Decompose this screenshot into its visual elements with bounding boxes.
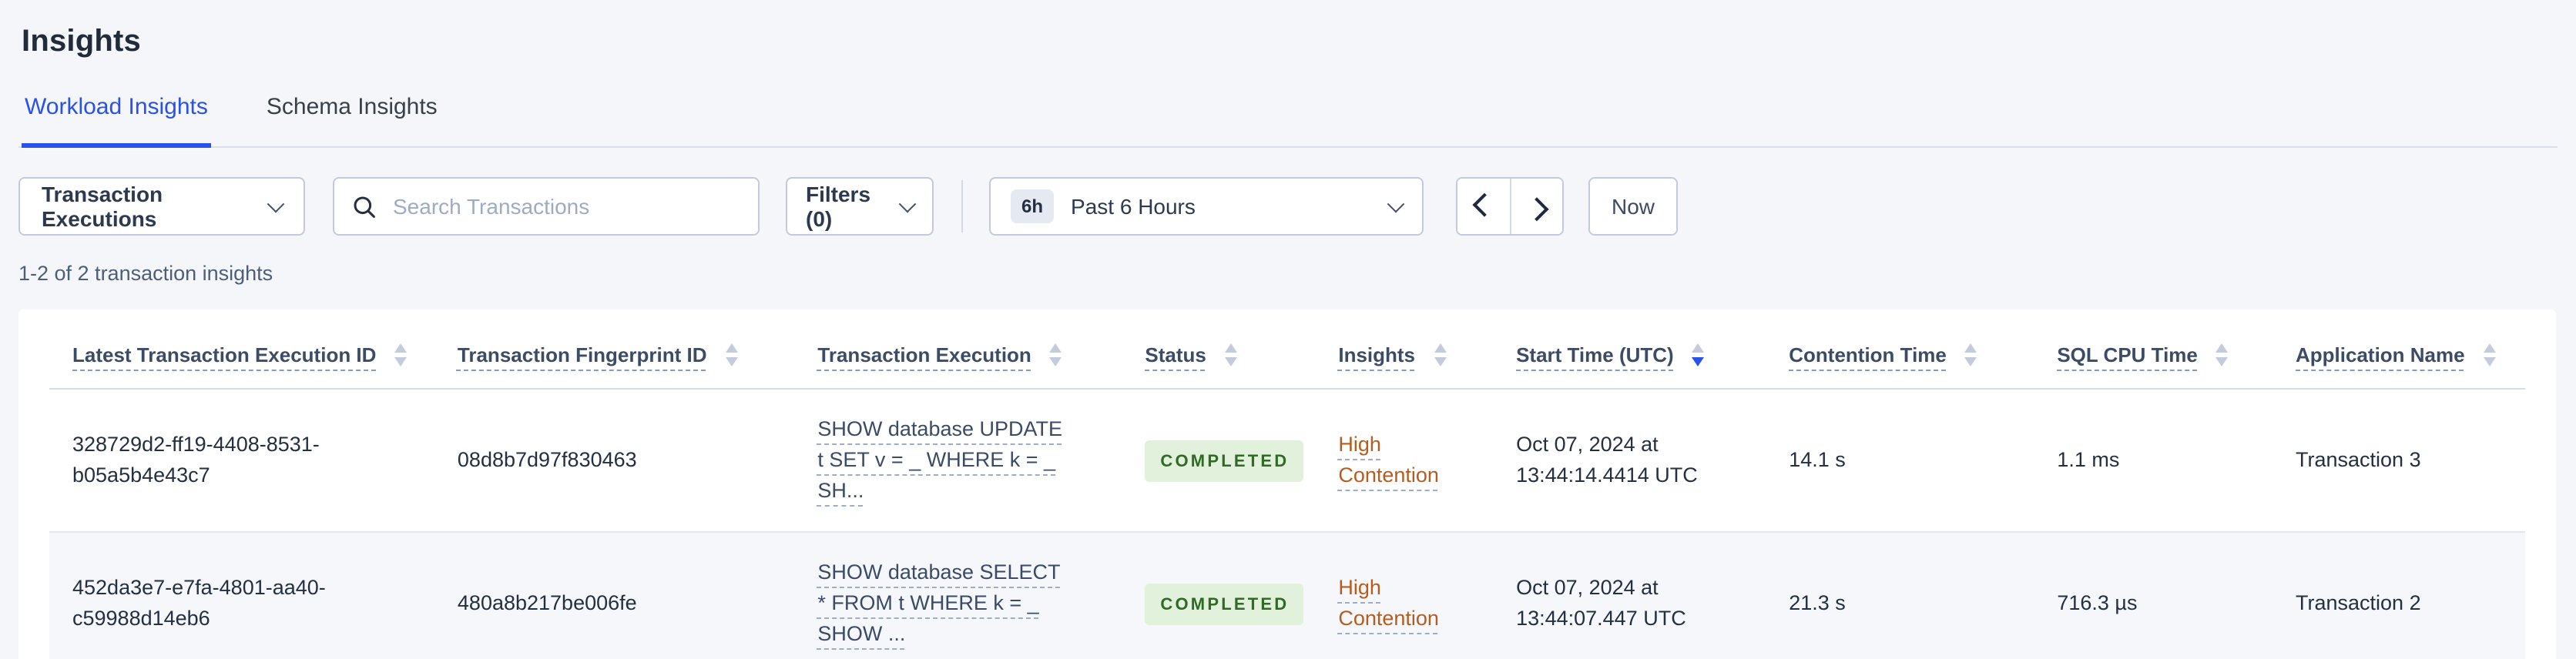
insight-label: High Contention [1338,433,1439,487]
column-header-insights[interactable]: Insights [1315,309,1494,390]
toolbar-divider [961,180,963,232]
tab-workload-insights[interactable]: Workload Insights [22,92,211,148]
transaction-execution-link[interactable]: SHOW database UPDATE t SET v = _ WHERE k… [817,414,1073,507]
insights-page: Insights Workload Insights Schema Insigh… [0,0,2576,659]
status-badge: COMPLETED [1145,440,1303,481]
results-count: 1-2 of 2 transaction insights [18,262,273,285]
column-header-sql-cpu-time[interactable]: SQL CPU Time [2034,309,2272,390]
table-header-row: Latest Transaction Execution ID Transact… [49,309,2525,390]
status-badge: COMPLETED [1145,583,1303,624]
sort-icon [725,343,738,366]
column-header-transaction-fingerprint-id[interactable]: Transaction Fingerprint ID [434,309,795,390]
transaction-execution-id: 452da3e7-e7fa-4801-aa40-c59988d14eb6 [72,576,326,630]
sort-desc-active-icon [1692,343,1705,366]
workload-type-label: Transaction Executions [42,182,163,231]
table-row: 452da3e7-e7fa-4801-aa40-c59988d14eb6 480… [49,532,2525,659]
search-icon [354,196,375,217]
sql-cpu-time: 1.1 ms [2057,448,2120,471]
toolbar: Transaction Executions Filters (0) 6h Pa… [18,177,2558,236]
chevron-down-icon [898,195,917,213]
application-name: Transaction 3 [2296,448,2421,471]
sort-icon [1224,343,1237,366]
chevron-left-icon [1471,192,1496,216]
now-button[interactable]: Now [1588,177,1678,236]
table-row: 328729d2-ff19-4408-8531-b05a5b4e43c7 08d… [49,389,2525,533]
tab-schema-insights[interactable]: Schema Insights [263,92,441,148]
contention-time: 14.1 s [1789,448,1846,471]
next-time-range-button[interactable] [1510,179,1562,234]
sort-icon [1964,343,1977,366]
sort-icon [2215,343,2229,366]
time-range-label: Past 6 Hours [1071,194,1196,219]
time-range-badge: 6h [1011,189,1055,223]
sort-icon [1049,343,1062,366]
column-header-status[interactable]: Status [1122,309,1316,390]
workload-type-dropdown[interactable]: Transaction Executions [18,177,305,236]
page-title: Insights [22,25,141,59]
start-time: Oct 07, 2024 at 13:44:14.4414 UTC [1516,433,1698,487]
column-header-start-time[interactable]: Start Time (UTC) [1493,309,1766,390]
chevron-down-icon [267,195,285,213]
insights-table-card: Latest Transaction Execution ID Transact… [18,309,2556,659]
application-name: Transaction 2 [2296,591,2421,614]
previous-time-range-button[interactable] [1457,179,1510,234]
filters-dropdown[interactable]: Filters (0) [786,177,934,236]
filters-label: Filters (0) [806,182,871,231]
transaction-fingerprint-id: 08d8b7d97f830463 [457,448,637,471]
time-range-dropdown[interactable]: 6h Past 6 Hours [989,177,1424,236]
column-header-latest-transaction-execution-id[interactable]: Latest Transaction Execution ID [49,309,434,390]
contention-time: 21.3 s [1789,591,1846,614]
chevron-down-icon [1387,195,1405,213]
start-time: Oct 07, 2024 at 13:44:07.447 UTC [1516,576,1686,630]
sort-icon [394,343,408,366]
column-header-transaction-execution[interactable]: Transaction Execution [794,309,1122,390]
search-input[interactable] [390,192,740,220]
transaction-insights-table: Latest Transaction Execution ID Transact… [49,309,2525,659]
sql-cpu-time: 716.3 µs [2057,591,2138,614]
sort-icon [1434,343,1447,366]
time-range-step-buttons [1456,177,1564,236]
transaction-execution-link[interactable]: SHOW database SELECT * FROM t WHERE k = … [817,557,1073,650]
column-header-contention-time[interactable]: Contention Time [1766,309,2034,390]
column-header-application-name[interactable]: Application Name [2272,309,2525,390]
transaction-execution-id: 328729d2-ff19-4408-8531-b05a5b4e43c7 [72,433,320,487]
insights-tabs: Workload Insights Schema Insights [18,92,2558,148]
chevron-right-icon [1524,196,1549,221]
sort-icon [2483,343,2496,366]
search-box[interactable] [333,177,760,236]
insight-label: High Contention [1338,576,1439,630]
transaction-fingerprint-id: 480a8b217be006fe [457,591,637,614]
